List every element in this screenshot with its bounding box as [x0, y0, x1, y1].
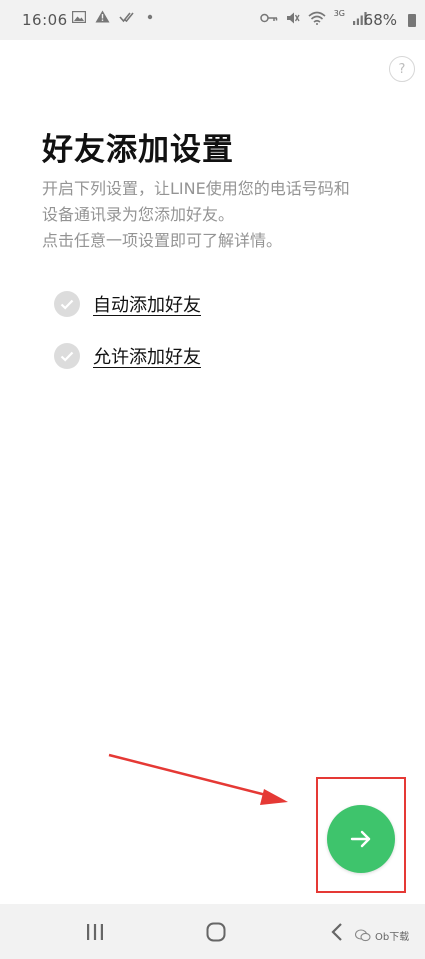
recent-apps-icon[interactable]	[85, 924, 105, 940]
alert-icon	[95, 10, 110, 23]
status-right-icons: 3G	[259, 8, 367, 25]
double-check-icon	[119, 11, 134, 22]
image-icon	[72, 10, 86, 23]
page-title: 好友添加设置	[42, 132, 234, 168]
description-line: 点击任意一项设置即可了解详情。	[42, 231, 283, 250]
option-allow-add-friends[interactable]: 允许添加好友	[54, 342, 201, 370]
wechat-icon	[355, 929, 371, 942]
watermark-text: Ob下载	[375, 932, 410, 943]
mute-icon	[286, 12, 300, 24]
status-left-icons	[72, 10, 154, 23]
check-icon[interactable]	[54, 343, 80, 369]
option-label[interactable]: 允许添加好友	[93, 343, 201, 369]
option-label[interactable]: 自动添加好友	[93, 291, 201, 317]
battery-percent: 68%	[363, 11, 397, 29]
next-button[interactable]	[327, 805, 395, 873]
back-icon[interactable]	[330, 922, 344, 942]
status-time: 16:06	[22, 11, 68, 29]
help-button[interactable]: ?	[389, 56, 415, 82]
status-bar: 16:06 3G 68%	[0, 0, 425, 40]
page-description: 开启下列设置，让LINE使用您的电话号码和 设备通讯录为您添加好友。 点击任意一…	[42, 176, 392, 254]
key-icon	[259, 13, 277, 23]
arrow-right-icon	[350, 830, 371, 848]
dot-icon	[147, 14, 153, 19]
option-auto-add-friends[interactable]: 自动添加好友	[54, 290, 201, 318]
help-icon: ?	[398, 61, 406, 77]
home-icon[interactable]	[206, 922, 226, 942]
watermark: Ob下载	[355, 928, 409, 943]
wifi-icon	[308, 11, 326, 25]
network-type-label: 3G	[333, 8, 345, 18]
description-line: 开启下列设置，让LINE使用您的电话号码和	[42, 179, 350, 198]
description-line: 设备通讯录为您添加好友。	[42, 205, 235, 224]
battery-icon	[408, 14, 416, 27]
check-icon[interactable]	[54, 291, 80, 317]
